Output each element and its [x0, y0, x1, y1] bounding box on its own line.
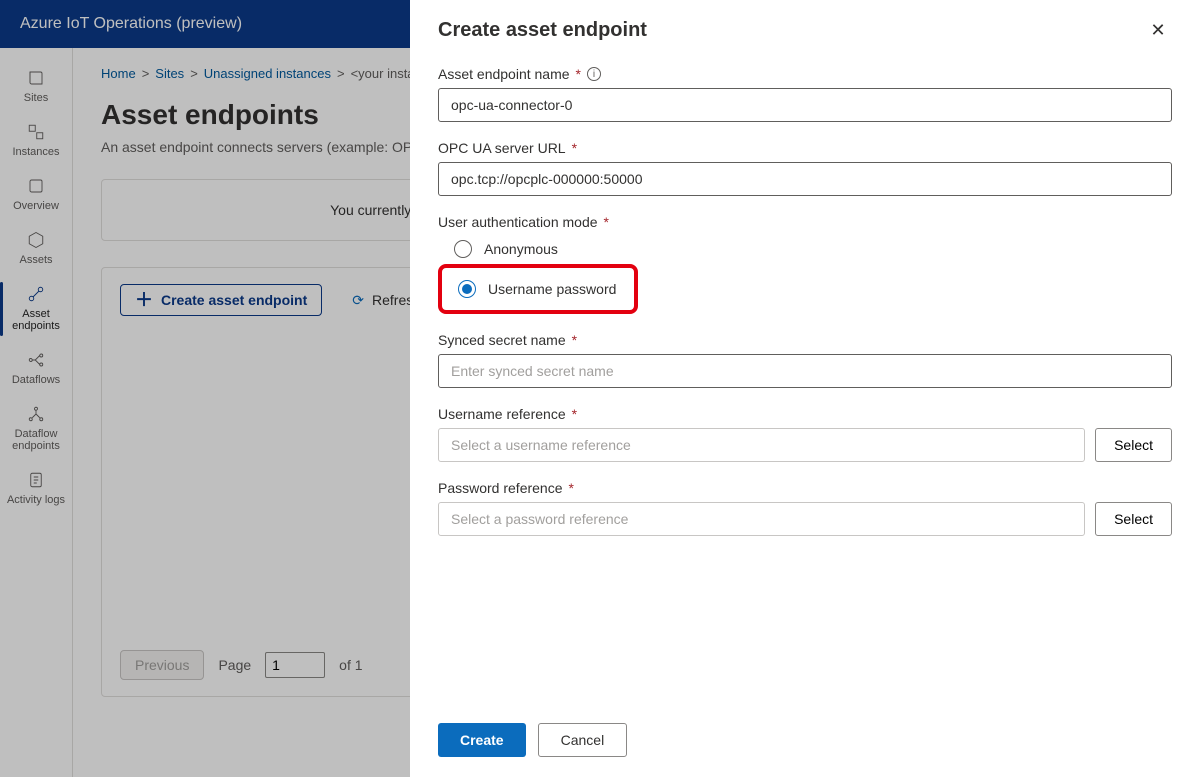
- callout-highlight: Username password: [438, 264, 638, 314]
- panel-title: Create asset endpoint: [438, 19, 647, 42]
- required-marker: *: [572, 406, 577, 422]
- username-ref-label: Username reference: [438, 406, 566, 422]
- auth-radio-anonymous[interactable]: Anonymous: [438, 236, 1172, 262]
- close-icon: ✕: [1150, 20, 1165, 40]
- password-ref-label: Password reference: [438, 480, 563, 496]
- info-icon[interactable]: i: [587, 67, 601, 81]
- required-marker: *: [569, 480, 574, 496]
- auth-anonymous-label: Anonymous: [484, 241, 558, 257]
- server-url-label: OPC UA server URL: [438, 140, 566, 156]
- endpoint-name-label: Asset endpoint name: [438, 66, 570, 82]
- required-marker: *: [604, 214, 609, 230]
- auth-radio-username-password[interactable]: Username password: [448, 276, 624, 302]
- required-marker: *: [572, 140, 577, 156]
- auth-mode-label: User authentication mode: [438, 214, 598, 230]
- secret-name-input[interactable]: [438, 354, 1172, 388]
- cancel-button[interactable]: Cancel: [538, 723, 628, 757]
- close-panel-button[interactable]: ✕: [1144, 16, 1172, 44]
- server-url-input[interactable]: [438, 162, 1172, 196]
- username-ref-select-button[interactable]: Select: [1095, 428, 1172, 462]
- secret-name-label: Synced secret name: [438, 332, 566, 348]
- endpoint-name-input[interactable]: [438, 88, 1172, 122]
- radio-checked-icon: [458, 280, 476, 298]
- create-button[interactable]: Create: [438, 723, 526, 757]
- username-ref-input[interactable]: [438, 428, 1085, 462]
- password-ref-input[interactable]: [438, 502, 1085, 536]
- required-marker: *: [576, 66, 581, 82]
- auth-userpass-label: Username password: [488, 281, 616, 297]
- radio-unchecked-icon: [454, 240, 472, 258]
- password-ref-select-button[interactable]: Select: [1095, 502, 1172, 536]
- required-marker: *: [572, 332, 577, 348]
- create-endpoint-panel: Create asset endpoint ✕ Asset endpoint n…: [410, 0, 1200, 777]
